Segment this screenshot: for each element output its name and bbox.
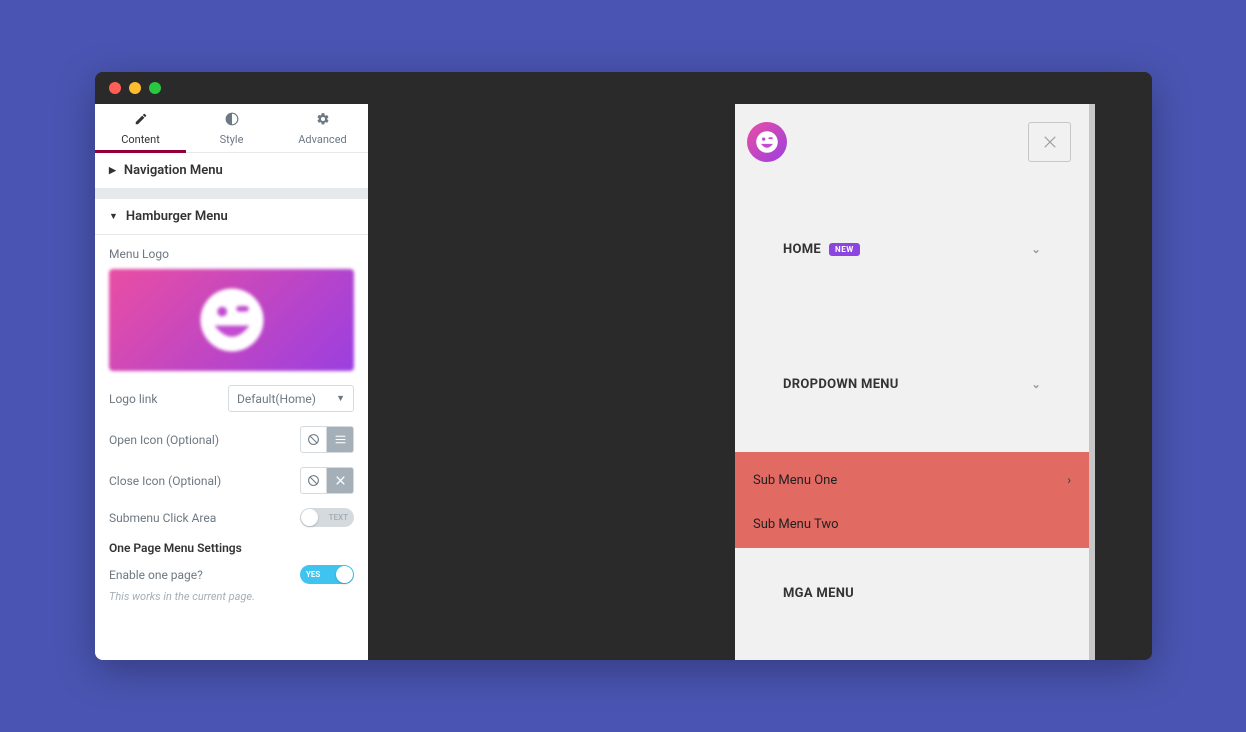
chevron-right-icon: › xyxy=(1067,473,1071,487)
preview-canvas: HOME NEW ⌄ DROPDOWN MENU ⌄ Sub Menu One … xyxy=(368,104,1152,660)
chevron-down-icon: ▼ xyxy=(336,393,345,404)
open-icon-label: Open Icon (Optional) xyxy=(109,433,219,447)
submenu-click-label: Submenu Click Area xyxy=(109,511,216,525)
hamburger-overlay: HOME NEW ⌄ DROPDOWN MENU ⌄ Sub Menu One … xyxy=(735,104,1089,660)
tab-style[interactable]: Style xyxy=(186,104,277,152)
enable-one-page-value: YES xyxy=(306,570,320,579)
chevron-down-icon: ⌄ xyxy=(1031,243,1041,256)
overlay-scrollbar[interactable] xyxy=(1089,104,1095,660)
close-icon-x[interactable] xyxy=(327,467,354,494)
open-icon-hamburger[interactable] xyxy=(327,426,354,453)
section-navigation-label: Navigation Menu xyxy=(124,163,223,178)
close-icon-choices xyxy=(300,467,354,494)
window-maximize-dot[interactable] xyxy=(149,82,161,94)
one-page-hint: This works in the current page. xyxy=(109,590,354,603)
hamburger-icon xyxy=(334,433,347,446)
one-page-heading: One Page Menu Settings xyxy=(109,541,354,555)
menu-logo-label: Menu Logo xyxy=(109,247,354,261)
logo-link-value: Default(Home) xyxy=(237,392,316,406)
nav-home-label: HOME xyxy=(783,242,821,257)
submenu-two-label: Sub Menu Two xyxy=(753,517,839,532)
new-badge: NEW xyxy=(829,243,860,256)
app-window: Content Style Advanced ▶ Navigatio xyxy=(95,72,1152,660)
enable-one-page-label: Enable one page? xyxy=(109,568,203,582)
tab-style-label: Style xyxy=(220,133,244,146)
nav-item-mega[interactable]: MGA MENU xyxy=(735,548,1089,638)
submenu-click-toggle[interactable]: TEXT xyxy=(300,508,354,527)
chevron-down-icon: ⌄ xyxy=(1031,378,1041,391)
overlay-close-button[interactable] xyxy=(1028,122,1071,162)
section-divider xyxy=(95,189,368,199)
submenu-click-value: TEXT xyxy=(329,513,348,522)
ban-icon xyxy=(307,474,320,487)
submenu-block: Sub Menu One › Sub Menu Two xyxy=(735,452,1089,548)
window-close-dot[interactable] xyxy=(109,82,121,94)
editor-sidebar: Content Style Advanced ▶ Navigatio xyxy=(95,104,368,660)
contrast-icon xyxy=(225,112,239,129)
nav-item-home[interactable]: HOME NEW ⌄ xyxy=(735,182,1089,317)
open-icon-choices xyxy=(300,426,354,453)
caret-down-icon: ▼ xyxy=(109,211,118,222)
logo-link-select[interactable]: Default(Home) ▼ xyxy=(228,385,354,412)
section-navigation-menu[interactable]: ▶ Navigation Menu xyxy=(95,153,368,189)
caret-right-icon: ▶ xyxy=(109,166,116,176)
tab-content-label: Content xyxy=(121,133,160,146)
x-icon xyxy=(334,474,347,487)
nav-dropdown-label: DROPDOWN MENU xyxy=(783,377,899,392)
window-minimize-dot[interactable] xyxy=(129,82,141,94)
submenu-one-label: Sub Menu One xyxy=(753,473,837,488)
section-hamburger-menu[interactable]: ▼ Hamburger Menu xyxy=(95,199,368,235)
overlay-logo[interactable] xyxy=(747,122,787,162)
editor-tabs: Content Style Advanced xyxy=(95,104,368,153)
section-hamburger-label: Hamburger Menu xyxy=(126,209,228,224)
toggle-knob xyxy=(336,566,353,583)
ban-icon xyxy=(307,433,320,446)
open-icon-none[interactable] xyxy=(300,426,327,453)
menu-logo-preview[interactable] xyxy=(109,269,354,371)
submenu-item-two[interactable]: Sub Menu Two xyxy=(735,500,1089,548)
open-icon-row: Open Icon (Optional) xyxy=(109,426,354,453)
toggle-knob xyxy=(301,509,318,526)
logo-link-label: Logo link xyxy=(109,392,157,406)
nav-item-dropdown[interactable]: DROPDOWN MENU ⌄ xyxy=(735,317,1089,452)
smiley-icon xyxy=(197,285,267,355)
submenu-item-one[interactable]: Sub Menu One › xyxy=(735,452,1089,500)
tab-advanced-label: Advanced xyxy=(298,133,346,146)
titlebar xyxy=(95,72,1152,104)
enable-one-page-toggle[interactable]: YES xyxy=(300,565,354,584)
logo-link-row: Logo link Default(Home) ▼ xyxy=(109,385,354,412)
close-icon-row: Close Icon (Optional) xyxy=(109,467,354,494)
close-icon-label: Close Icon (Optional) xyxy=(109,474,221,488)
smiley-icon xyxy=(755,130,779,154)
tab-content[interactable]: Content xyxy=(95,104,186,152)
panel-body: Menu Logo Logo link Default(Home) ▼ xyxy=(95,235,368,660)
enable-one-page-row: Enable one page? YES xyxy=(109,565,354,584)
x-icon xyxy=(1041,133,1059,151)
close-icon-none[interactable] xyxy=(300,467,327,494)
submenu-click-row: Submenu Click Area TEXT xyxy=(109,508,354,527)
nav-mega-label: MGA MENU xyxy=(783,586,854,601)
overlay-header xyxy=(735,104,1089,182)
tab-advanced[interactable]: Advanced xyxy=(277,104,368,152)
pencil-icon xyxy=(134,112,148,129)
gear-icon xyxy=(316,112,330,129)
content-area: Content Style Advanced ▶ Navigatio xyxy=(95,104,1152,660)
